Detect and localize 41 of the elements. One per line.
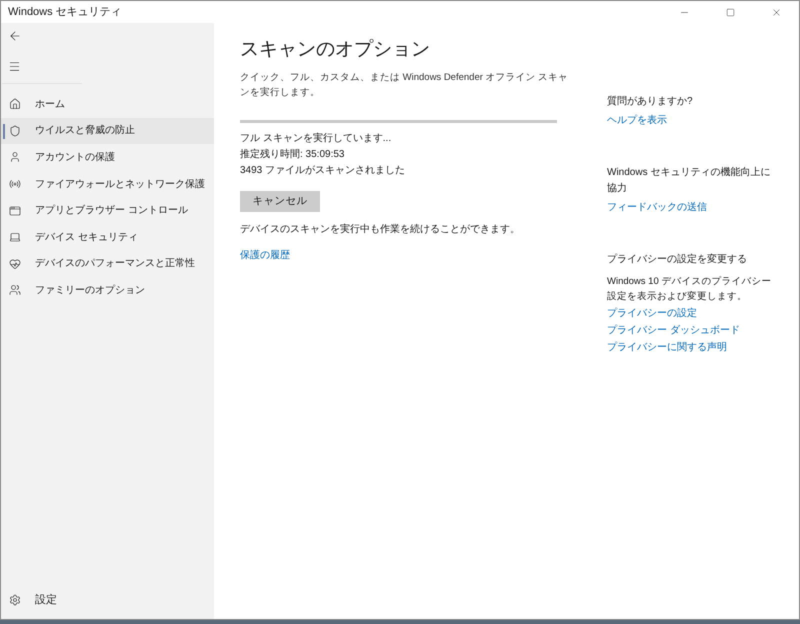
nav-item[interactable]: デバイス セキュリティ	[1, 224, 214, 251]
link[interactable]: プライバシーに関する声明	[607, 339, 779, 356]
laptop-icon	[9, 231, 21, 244]
window-title: Windows セキュリティ	[7, 4, 123, 20]
nav-item[interactable]: ホーム	[1, 91, 214, 118]
page-title: スキャンのオプション	[240, 38, 431, 62]
back-icon	[8, 29, 22, 43]
nav-item[interactable]: アプリとブラウザー コントロール	[1, 197, 214, 224]
scan-status-text: 推定残り時間: 35:09:53	[240, 148, 346, 162]
settings-icon	[9, 594, 21, 606]
settings-item[interactable]: 設定	[1, 585, 214, 615]
nav-item[interactable]: アカウントの保護	[1, 144, 214, 171]
section-heading: Windows セキュリティの機能向上に協力	[607, 166, 772, 196]
shield-icon	[9, 124, 21, 137]
antenna-icon	[9, 178, 21, 190]
description: クイック、フル、カスタム、または Windows Defender オフライン スキャンを実行します。	[240, 71, 570, 100]
selection-indicator	[3, 124, 5, 139]
history-link[interactable]: 保護の履歴	[240, 248, 560, 263]
nav-item[interactable]: ウイルスと脅威の防止	[1, 118, 214, 144]
heart-icon	[9, 258, 21, 270]
link[interactable]: フィードバックの送信	[607, 199, 779, 216]
window-icon	[9, 204, 21, 217]
maximize-icon	[726, 8, 734, 16]
link[interactable]: プライバシーの設定	[607, 305, 779, 322]
menu-icon	[8, 60, 21, 72]
nav-item[interactable]: デバイスのパフォーマンスと正常性	[1, 250, 214, 278]
info-text: デバイスのスキャンを実行中も作業を続けることができます。	[240, 222, 521, 237]
nav-item[interactable]: ファミリーのオプション	[1, 277, 214, 304]
nav-item[interactable]: ファイアウォールとネットワーク保護	[1, 170, 214, 198]
section-heading: プライバシーの設定を変更する	[607, 252, 748, 267]
people-icon	[9, 284, 21, 296]
scan-status-text: 3493 ファイルがスキャンされました	[240, 164, 406, 178]
scan-status-text: フル スキャンを実行しています...	[240, 132, 392, 146]
cancel-button[interactable]: キャンセル	[240, 191, 320, 212]
link[interactable]: ヘルプを表示	[607, 112, 779, 129]
section-text: Windows 10 デバイスのプライバシー設定を表示および変更します。	[607, 275, 772, 304]
section-heading: 質問がありますか?	[607, 94, 694, 109]
person-icon	[9, 151, 21, 164]
link[interactable]: プライバシー ダッシュボード	[607, 322, 779, 339]
close-icon	[770, 6, 782, 18]
home-icon	[9, 98, 21, 110]
